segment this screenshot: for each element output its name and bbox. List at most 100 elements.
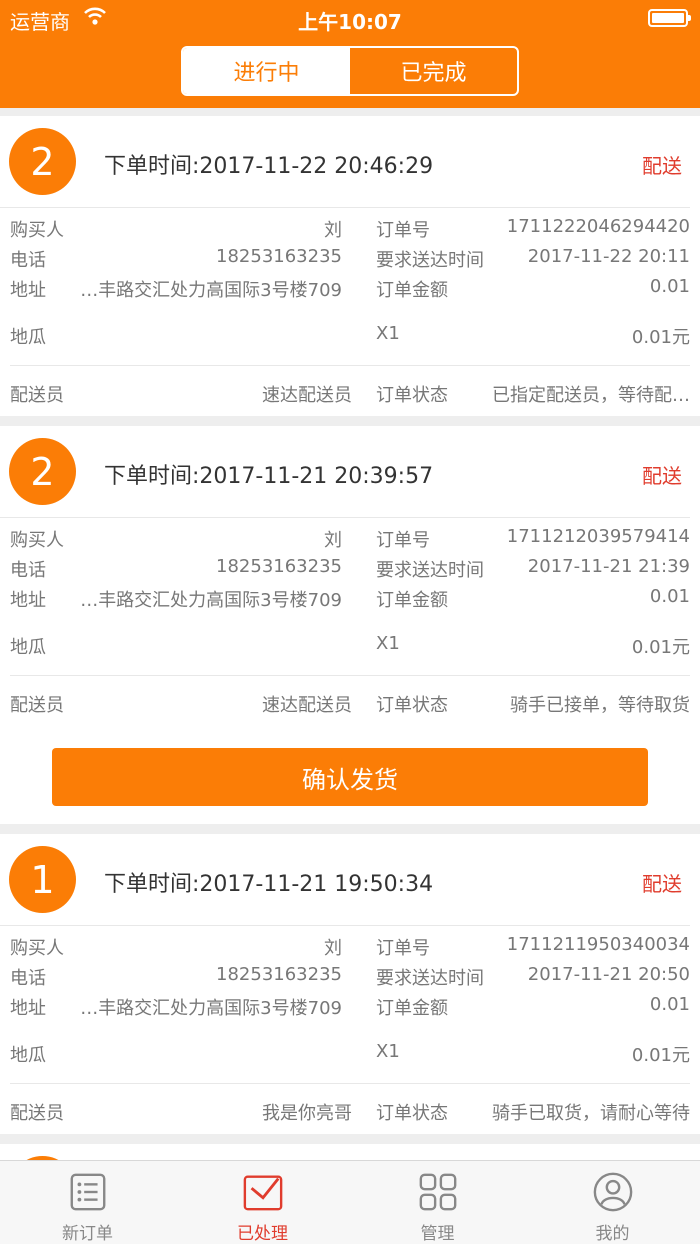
address-label: 地址: [10, 998, 46, 1019]
order-time: 下单时间:2017-11-21 20:39:57: [104, 464, 434, 489]
segment-completed[interactable]: 已完成: [350, 48, 517, 94]
order-time: 下单时间:2017-11-21 19:50:34: [104, 872, 434, 897]
order-count-badge: 2: [9, 438, 76, 505]
order-header: 1 下单时间:2017-11-21 19:50:34 配送: [0, 834, 690, 926]
top-bar: 运营商 上午10:07 进行中 已完成: [0, 0, 700, 108]
courier-label: 配送员: [10, 385, 64, 406]
order-status-value: 骑手已取货，请耐心等待: [492, 1103, 690, 1124]
order-status-value: 骑手已接单，等待取货: [510, 695, 690, 716]
tab-processed[interactable]: 已处理: [175, 1161, 350, 1244]
user-icon: [593, 1172, 632, 1212]
tab-manage[interactable]: 管理: [350, 1161, 525, 1244]
battery-icon: [648, 9, 691, 27]
item-name: 地瓜: [10, 637, 46, 658]
order-info: 购买人 刘 订单号 1711211950340034 电话 1825316323…: [10, 926, 690, 1084]
item-name: 地瓜: [10, 327, 46, 348]
order-card[interactable]: 1 下单时间:2017-11-21 19:50:34 配送 购买人 刘 订单号 …: [0, 834, 700, 1134]
address-label: 地址: [10, 590, 46, 611]
address-value: …丰路交汇处力高国际3号楼709: [80, 998, 342, 1019]
tab-new-orders[interactable]: 新订单: [0, 1161, 175, 1244]
amount-value: 0.01: [649, 276, 690, 297]
phone-value: 18253163235: [216, 556, 342, 577]
action-row: 确认发货: [0, 726, 700, 824]
order-status-label: 订单状态: [376, 695, 448, 716]
item-price: 0.01元: [631, 637, 690, 658]
order-footer: 配送员 我是你亮哥 订单状态 骑手已取货，请耐心等待: [0, 1084, 700, 1134]
item-name: 地瓜: [10, 1045, 46, 1066]
order-count-badge: 1: [9, 846, 76, 913]
phone-label: 电话: [10, 560, 46, 581]
status-bar: 运营商 上午10:07: [0, 0, 700, 36]
item-qty: X1: [376, 633, 400, 654]
item-price: 0.01元: [631, 1045, 690, 1066]
courier-value: 我是你亮哥: [262, 1103, 352, 1124]
amount-label: 订单金额: [376, 280, 448, 301]
delivery-type: 配送: [642, 872, 682, 896]
amount-value: 0.01: [649, 994, 690, 1015]
grid-icon: [419, 1173, 456, 1211]
delivery-time-value: 2017-11-21 20:50: [527, 964, 690, 985]
phone-label: 电话: [10, 250, 46, 271]
order-status-label: 订单状态: [376, 1103, 448, 1124]
order-no-value: 1711211950340034: [506, 934, 690, 955]
phone-value: 18253163235: [216, 246, 342, 267]
buyer-value: 刘: [324, 220, 342, 241]
buyer-label: 购买人: [10, 220, 64, 241]
order-info: 购买人 刘 订单号 1711222046294420 电话 1825316323…: [10, 208, 690, 366]
order-no-label: 订单号: [376, 938, 430, 959]
address-value: …丰路交汇处力高国际3号楼709: [80, 280, 342, 301]
segment-in-progress[interactable]: 进行中: [183, 48, 350, 94]
order-status-label: 订单状态: [376, 385, 448, 406]
order-count-badge: 2: [9, 128, 76, 195]
order-no-label: 订单号: [376, 530, 430, 551]
order-status-value: 已指定配送员，等待配…: [492, 385, 690, 406]
envelope-check-icon: [243, 1175, 282, 1211]
tab-bar: 新订单 已处理 管理 我的: [0, 1160, 700, 1244]
segmented-control: 进行中 已完成: [181, 46, 519, 96]
order-footer: 配送员 速达配送员 订单状态 骑手已接单，等待取货: [0, 676, 700, 726]
courier-label: 配送员: [10, 695, 64, 716]
phone-label: 电话: [10, 968, 46, 989]
order-time: 下单时间:2017-11-22 20:46:29: [104, 154, 434, 179]
amount-label: 订单金额: [376, 590, 448, 611]
delivery-time-label: 要求送达时间: [376, 250, 484, 271]
order-no-value: 1711212039579414: [506, 526, 690, 547]
order-footer: 配送员 速达配送员 订单状态 已指定配送员，等待配…: [0, 366, 700, 416]
buyer-label: 购买人: [10, 530, 64, 551]
address-value: …丰路交汇处力高国际3号楼709: [80, 590, 342, 611]
address-label: 地址: [10, 280, 46, 301]
buyer-value: 刘: [324, 530, 342, 551]
delivery-time-label: 要求送达时间: [376, 560, 484, 581]
tab-label: 已处理: [237, 1224, 288, 1244]
order-no-label: 订单号: [376, 220, 430, 241]
confirm-ship-button[interactable]: 确认发货: [52, 748, 648, 806]
order-list[interactable]: 2 下单时间:2017-11-22 20:46:29 配送 购买人 刘 订单号 …: [0, 116, 700, 1160]
list-icon: [70, 1173, 105, 1211]
tab-mine[interactable]: 我的: [525, 1161, 700, 1244]
order-card[interactable]: 2 下单时间:2017-11-21 20:39:57 配送 购买人 刘 订单号 …: [0, 426, 700, 824]
amount-label: 订单金额: [376, 998, 448, 1019]
order-info: 购买人 刘 订单号 1711212039579414 电话 1825316323…: [10, 518, 690, 676]
buyer-value: 刘: [324, 938, 342, 959]
delivery-type: 配送: [642, 464, 682, 488]
item-qty: X1: [376, 323, 400, 344]
courier-value: 速达配送员: [262, 695, 352, 716]
tab-label: 管理: [420, 1224, 455, 1244]
item-qty: X1: [376, 1041, 400, 1062]
phone-value: 18253163235: [216, 964, 342, 985]
order-card[interactable]: 2 下单时间:2017-11-22 20:46:29 配送 购买人 刘 订单号 …: [0, 116, 700, 416]
order-header: 2 下单时间:2017-11-22 20:46:29 配送: [0, 116, 690, 208]
tab-label: 我的: [595, 1224, 630, 1244]
courier-value: 速达配送员: [262, 385, 352, 406]
tab-label: 新订单: [62, 1224, 113, 1244]
delivery-time-value: 2017-11-21 21:39: [527, 556, 690, 577]
amount-value: 0.01: [649, 586, 690, 607]
order-header: 2 下单时间:2017-11-21 20:39:57 配送: [0, 426, 690, 518]
item-price: 0.01元: [631, 327, 690, 348]
delivery-time-label: 要求送达时间: [376, 968, 484, 989]
order-card-partial[interactable]: [0, 1144, 700, 1160]
courier-label: 配送员: [10, 1103, 64, 1124]
order-no-value: 1711222046294420: [506, 216, 690, 237]
delivery-time-value: 2017-11-22 20:11: [527, 246, 690, 267]
delivery-type: 配送: [642, 154, 682, 178]
